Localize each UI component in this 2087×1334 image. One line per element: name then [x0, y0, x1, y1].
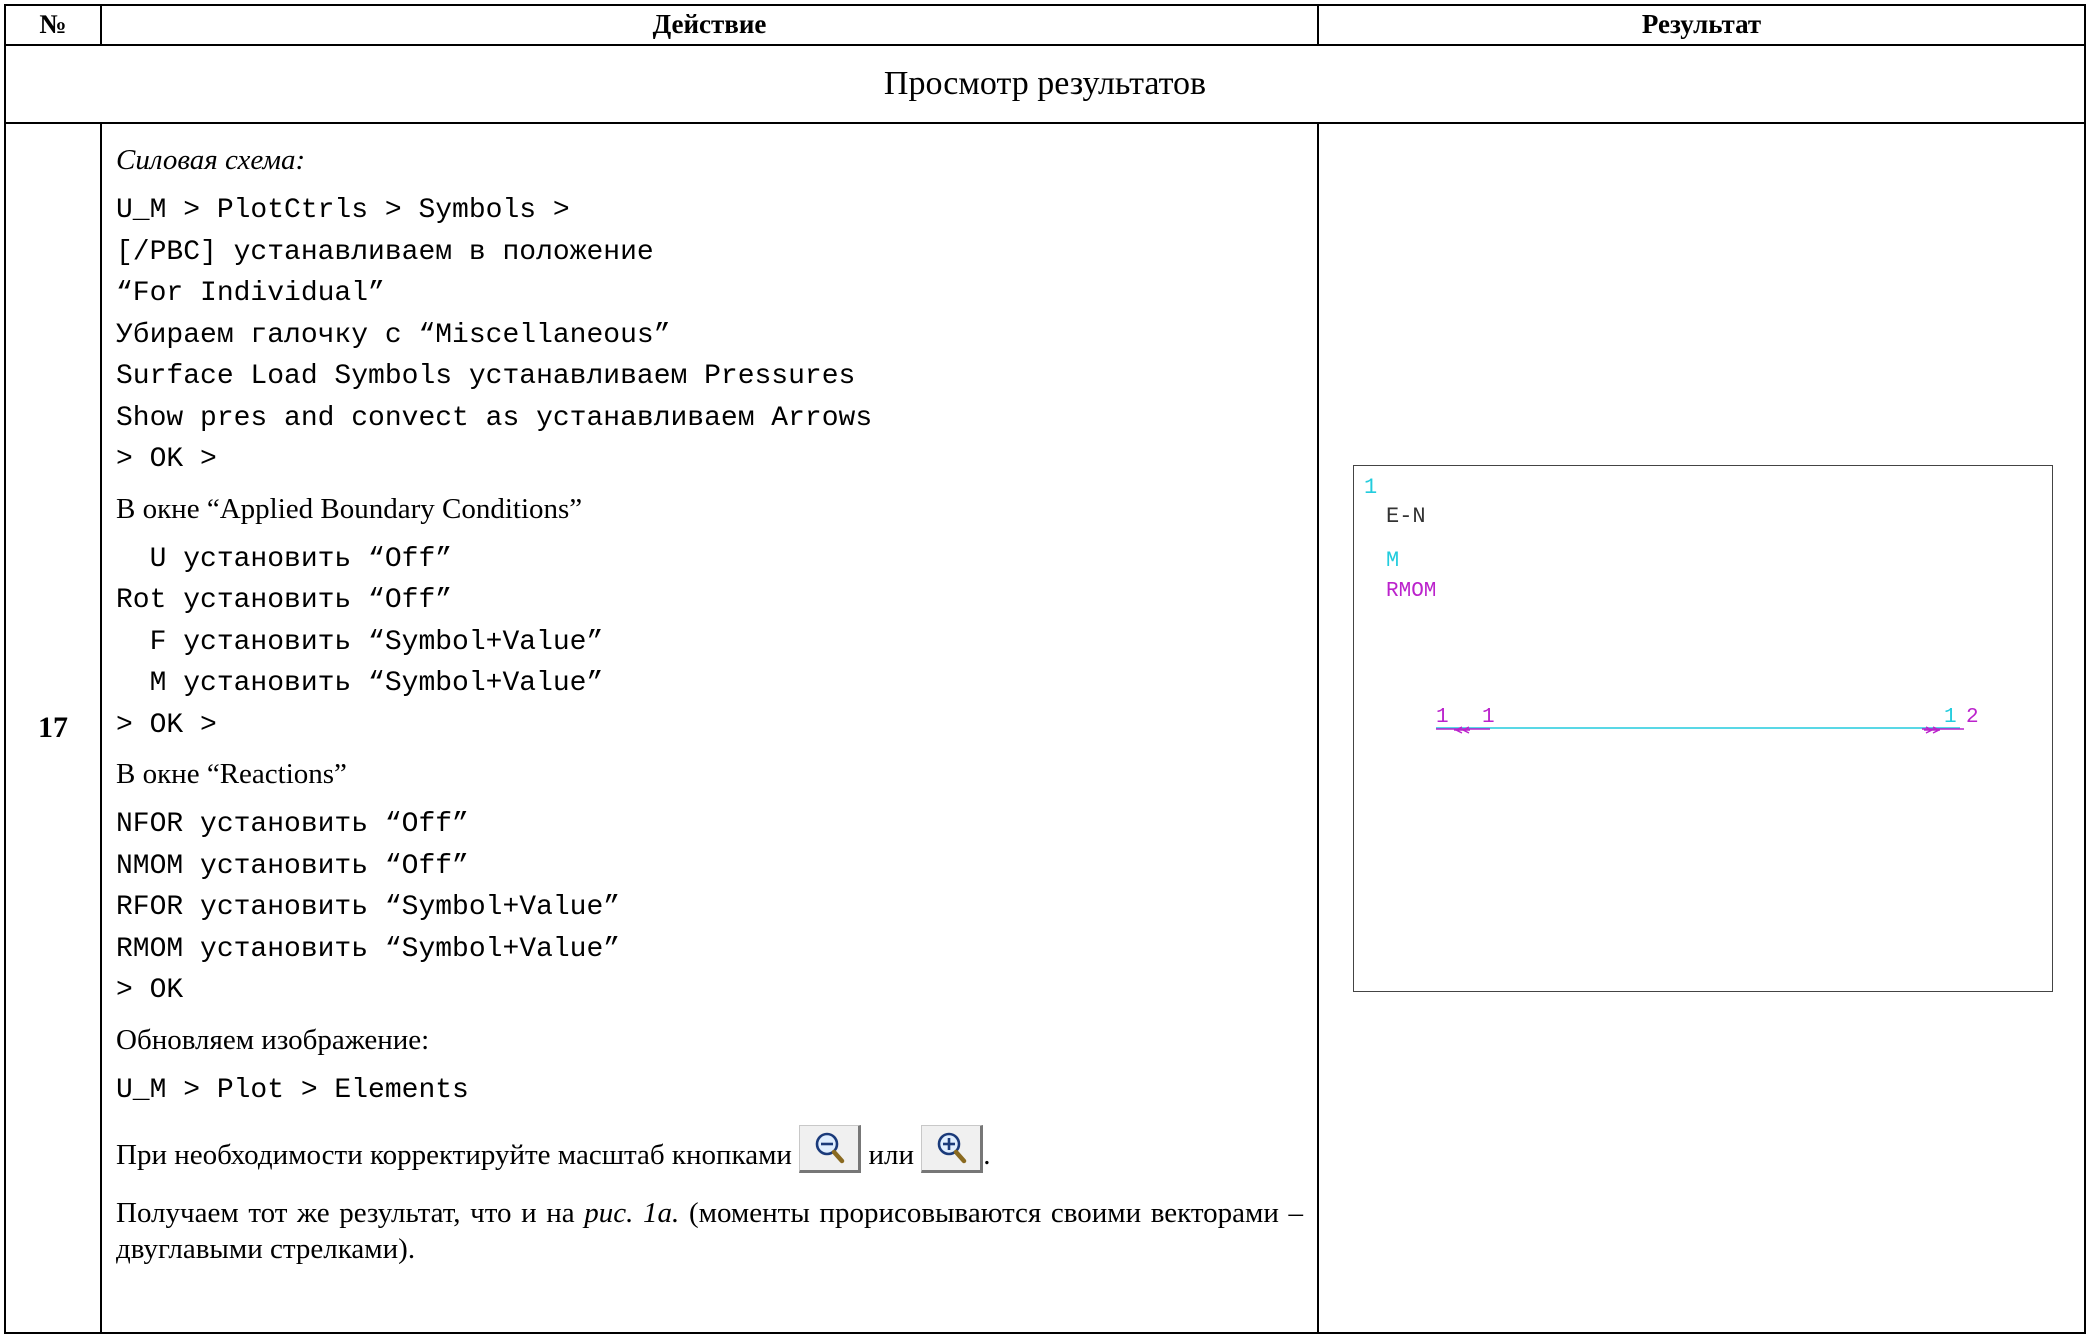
- code-line: Surface Load Symbols устанавливаем Press…: [116, 361, 856, 392]
- header-row: № Действие Результат: [4, 4, 2086, 46]
- node-label-right: 2: [1966, 706, 1979, 729]
- zoom-text-before: При необходимости корректируйте масштаб …: [116, 1139, 792, 1171]
- code-line: [/PBC] устанавливаем в положение: [116, 236, 654, 268]
- element-plot: 1 E-N M RMOM 1 1 1 2: [1364, 475, 1979, 734]
- code-line: RMOM установить “Symbol+Value”: [116, 933, 621, 965]
- code-line: > OK >: [116, 444, 217, 475]
- ansys-plot-window: 1 E-N M RMOM 1 1 1 2: [1353, 465, 2053, 992]
- element-label-left: 1: [1482, 706, 1495, 729]
- code-block-2: U установить “Off” Rot установить “Off” …: [116, 539, 1303, 747]
- code-line: Show pres and convect as устанавливаем A…: [116, 402, 873, 434]
- reactions-label: В окне “Reactions”: [116, 758, 347, 790]
- code-line: Убираем галочку с “Miscellaneous”: [116, 319, 671, 351]
- power-scheme-label: Силовая схема:: [116, 144, 306, 176]
- plot-type-label: E-N: [1386, 504, 1426, 529]
- node-label-left: 1: [1436, 706, 1449, 729]
- code-line: F установить “Symbol+Value”: [116, 626, 604, 658]
- zoom-in-icon: [937, 1132, 967, 1164]
- code-line: > OK: [116, 975, 184, 1006]
- code-line: NFOR установить “Off”: [116, 809, 469, 840]
- element-label-right: 1: [1944, 706, 1957, 729]
- code-block-3: NFOR установить “Off” NMOM установить “O…: [116, 804, 1303, 1012]
- header-num: №: [4, 4, 102, 46]
- refresh-label: Обновляем изображение:: [116, 1023, 430, 1056]
- conclusion-text: Получаем тот же результат, что и на рис.…: [116, 1195, 1303, 1267]
- zoom-in-button[interactable]: [921, 1125, 984, 1173]
- action-cell: Силовая схема: U_M > PlotCtrls > Symbols…: [100, 122, 1319, 1334]
- zoom-out-icon: [815, 1132, 845, 1164]
- code-line: U_M > PlotCtrls > Symbols >: [116, 195, 570, 226]
- zoom-text-middle: или: [868, 1139, 914, 1171]
- instruction-table: № Действие Результат Просмотр результато…: [4, 4, 2086, 1334]
- conclusion-before: Получаем тот же результат, что и на: [116, 1197, 585, 1229]
- code-line: RFOR установить “Symbol+Value”: [116, 892, 621, 923]
- code-line: “For Individual”: [116, 278, 385, 309]
- code-line: NMOM установить “Off”: [116, 850, 469, 882]
- code-block-4: U_M > Plot > Elements: [116, 1074, 469, 1106]
- code-block-1: U_M > PlotCtrls > Symbols > [/PBC] устан…: [116, 190, 1303, 481]
- step-number: 17: [4, 122, 102, 1334]
- code-line: > OK >: [116, 709, 217, 741]
- code-line: M установить “Symbol+Value”: [116, 668, 604, 699]
- zoom-text-after: .: [983, 1139, 991, 1171]
- applied-bc-label: В окне “Applied Boundary Conditions”: [116, 492, 583, 525]
- result-cell: 1 E-N M RMOM 1 1 1 2: [1317, 122, 2086, 1334]
- zoom-out-button[interactable]: [799, 1125, 862, 1173]
- step-row: 17 Силовая схема: U_M > PlotCtrls > Symb…: [4, 122, 2086, 1334]
- legend-rmom: RMOM: [1386, 580, 1436, 603]
- code-line: U установить “Off”: [116, 543, 453, 575]
- legend-moment: M: [1386, 548, 1399, 573]
- code-line: Rot установить “Off”: [116, 585, 453, 616]
- window-number: 1: [1364, 475, 1377, 500]
- header-result: Результат: [1317, 4, 2086, 46]
- section-title: Просмотр результатов: [4, 44, 2086, 124]
- header-action: Действие: [100, 4, 1319, 46]
- section-row: Просмотр результатов: [4, 44, 2086, 124]
- figure-reference: рис. 1а.: [584, 1197, 680, 1229]
- zoom-instruction: При необходимости корректируйте масштаб …: [116, 1125, 1303, 1173]
